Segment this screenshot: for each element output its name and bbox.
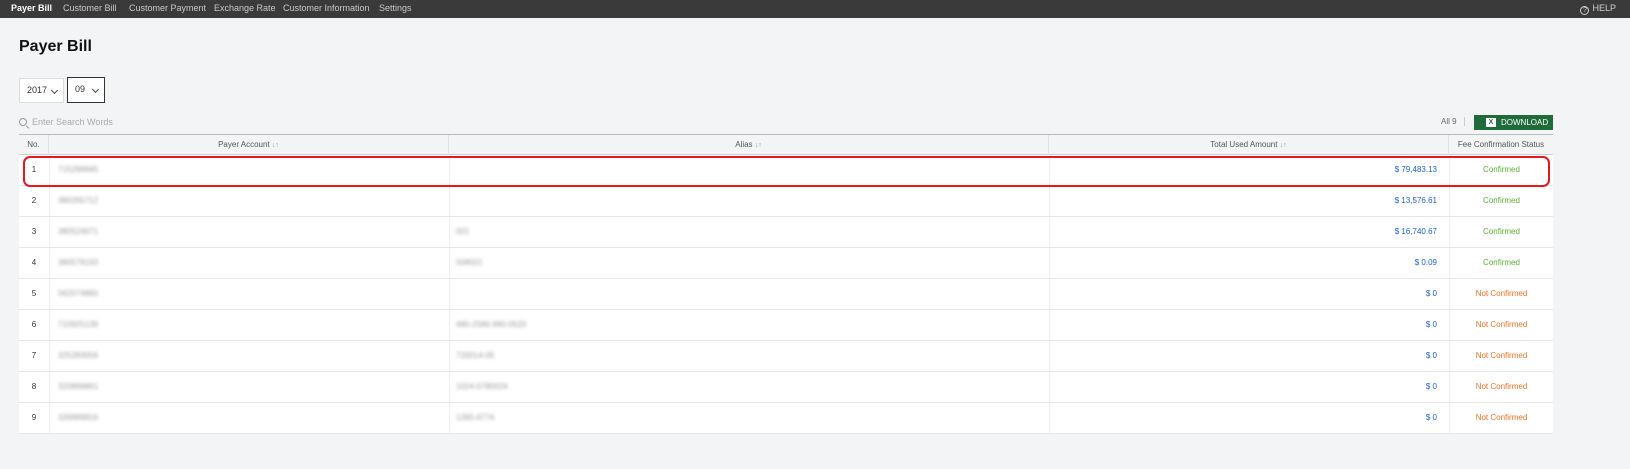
- table-row[interactable]: 3 380524671 001 $ 16,740.67 Confirmed: [19, 217, 1553, 248]
- alias-cell: 558021: [449, 248, 1049, 278]
- total-used-amount-cell: $ 0: [1049, 310, 1449, 340]
- row-number: 2: [31, 196, 37, 205]
- divider: [1464, 117, 1465, 126]
- total-used-amount-cell: $ 16,740.67: [1049, 217, 1449, 247]
- payer-bill-table: No. Payer Account ↓↑ Alias ↓↑ Total Used…: [19, 134, 1553, 434]
- fee-confirmation-status-cell: Confirmed: [1449, 248, 1553, 278]
- sort-icon[interactable]: ↓↑: [272, 142, 279, 149]
- row-number: 9: [31, 413, 37, 422]
- tab-customer-payment[interactable]: Customer Payment: [129, 0, 206, 18]
- search-placeholder: Enter Search Words: [32, 117, 113, 127]
- payer-account-cell: 715298845: [49, 155, 449, 185]
- total-used-amount-cell: $ 0: [1049, 279, 1449, 309]
- total-used-amount-cell: $ 0: [1049, 372, 1449, 402]
- alias-cell: 720014-05: [449, 341, 1049, 371]
- table-header: No. Payer Account ↓↑ Alias ↓↑ Total Used…: [19, 134, 1553, 155]
- table-row[interactable]: 9 326889816 1265-6774 $ 0 Not Confirmed: [19, 403, 1553, 434]
- fee-confirmation-status-cell: Not Confirmed: [1449, 279, 1553, 309]
- alias-cell: 1024-0780024: [449, 372, 1049, 402]
- help-label: HELP: [1592, 3, 1616, 13]
- total-used-amount-cell: $ 13,576.61: [1049, 186, 1449, 216]
- fee-confirmation-status-cell: Not Confirmed: [1449, 310, 1553, 340]
- row-number: 4: [31, 258, 37, 267]
- row-number: 6: [31, 320, 37, 329]
- result-count: All 9: [1441, 117, 1457, 126]
- payer-account-cell: 325283056: [49, 341, 449, 371]
- payer-account-cell: 380578193: [49, 248, 449, 278]
- payer-account-cell: 320899861: [49, 372, 449, 402]
- payer-account-cell: 326889816: [49, 403, 449, 433]
- month-value: 09: [75, 84, 86, 94]
- total-used-amount-cell: $ 0: [1049, 403, 1449, 433]
- total-used-amount-cell: $ 79,483.13: [1049, 155, 1449, 185]
- table-row[interactable]: 4 380578193 558021 $ 0.09 Confirmed: [19, 248, 1553, 279]
- fee-confirmation-status-cell: Not Confirmed: [1449, 403, 1553, 433]
- page-title: Payer Bill: [19, 38, 92, 55]
- table-row[interactable]: 1 715298845 $ 79,483.13 Confirmed: [19, 155, 1553, 186]
- row-number: 7: [31, 351, 37, 360]
- tab-customer-information[interactable]: Customer Information: [283, 0, 370, 18]
- header-payer-account[interactable]: Payer Account ↓↑: [49, 135, 449, 155]
- tab-customer-bill[interactable]: Customer Bill: [63, 0, 117, 18]
- alias-cell: 480-2586-990-0520: [449, 310, 1049, 340]
- row-number: 3: [31, 227, 37, 236]
- table-row[interactable]: 2 380265712 $ 13,576.61 Confirmed: [19, 186, 1553, 217]
- fee-confirmation-status-cell: Not Confirmed: [1449, 372, 1553, 402]
- header-total-used-amount[interactable]: Total Used Amount ↓↑: [1049, 135, 1449, 155]
- fee-confirmation-status-cell: Not Confirmed: [1449, 341, 1553, 371]
- excel-icon: X: [1486, 118, 1496, 127]
- chevron-down-icon: [50, 86, 59, 95]
- alias-cell: [449, 279, 1049, 309]
- download-button[interactable]: X DOWNLOAD: [1474, 115, 1553, 130]
- sort-icon[interactable]: ↓↑: [1280, 142, 1287, 149]
- table-row[interactable]: 5 562074860 $ 0 Not Confirmed: [19, 279, 1553, 310]
- alias-cell: 001: [449, 217, 1049, 247]
- header-no: No.: [19, 135, 49, 155]
- tab-exchange-rate[interactable]: Exchange Rate: [214, 0, 276, 18]
- row-number: 1: [31, 165, 37, 174]
- sort-icon[interactable]: ↓↑: [755, 142, 762, 149]
- tab-payer-bill[interactable]: Payer Bill: [11, 0, 52, 18]
- year-value: 2017: [27, 85, 48, 95]
- table-row[interactable]: 6 710925139 480-2586-990-0520 $ 0 Not Confir…: [19, 310, 1553, 341]
- fee-confirmation-status-cell: Confirmed: [1449, 217, 1553, 247]
- help-link[interactable]: ? HELP: [1580, 0, 1616, 18]
- search-input[interactable]: Enter Search Words: [19, 116, 113, 130]
- alias-cell: [449, 155, 1049, 185]
- fee-confirmation-status-cell: Confirmed: [1449, 186, 1553, 216]
- payer-account-cell: 710925139: [49, 310, 449, 340]
- month-select[interactable]: 09: [67, 77, 105, 103]
- payer-account-cell: 380265712: [49, 186, 449, 216]
- row-number: 8: [31, 382, 37, 391]
- alias-cell: 1265-6774: [449, 403, 1049, 433]
- payer-account-cell: 562074860: [49, 279, 449, 309]
- header-fee-confirmation-status: Fee Confirmation Status: [1457, 140, 1545, 149]
- top-navigation-bar: Payer Bill Customer Bill Customer Paymen…: [0, 0, 1630, 18]
- download-label: DOWNLOAD: [1501, 118, 1549, 127]
- payer-account-cell: 380524671: [49, 217, 449, 247]
- row-number: 5: [31, 289, 37, 298]
- header-alias[interactable]: Alias ↓↑: [449, 135, 1049, 155]
- alias-cell: [449, 186, 1049, 216]
- question-circle-icon: ?: [1580, 6, 1590, 15]
- fee-confirmation-status-cell: Confirmed: [1449, 155, 1553, 185]
- year-select[interactable]: 2017: [19, 78, 64, 103]
- table-row[interactable]: 7 325283056 720014-05 $ 0 Not Confirmed: [19, 341, 1553, 372]
- total-used-amount-cell: $ 0.09: [1049, 248, 1449, 278]
- chevron-down-icon: [91, 85, 100, 94]
- total-used-amount-cell: $ 0: [1049, 341, 1449, 371]
- tab-settings[interactable]: Settings: [379, 0, 412, 18]
- search-icon: [19, 118, 27, 126]
- table-row[interactable]: 8 320899861 1024-0780024 $ 0 Not Confirmed: [19, 372, 1553, 403]
